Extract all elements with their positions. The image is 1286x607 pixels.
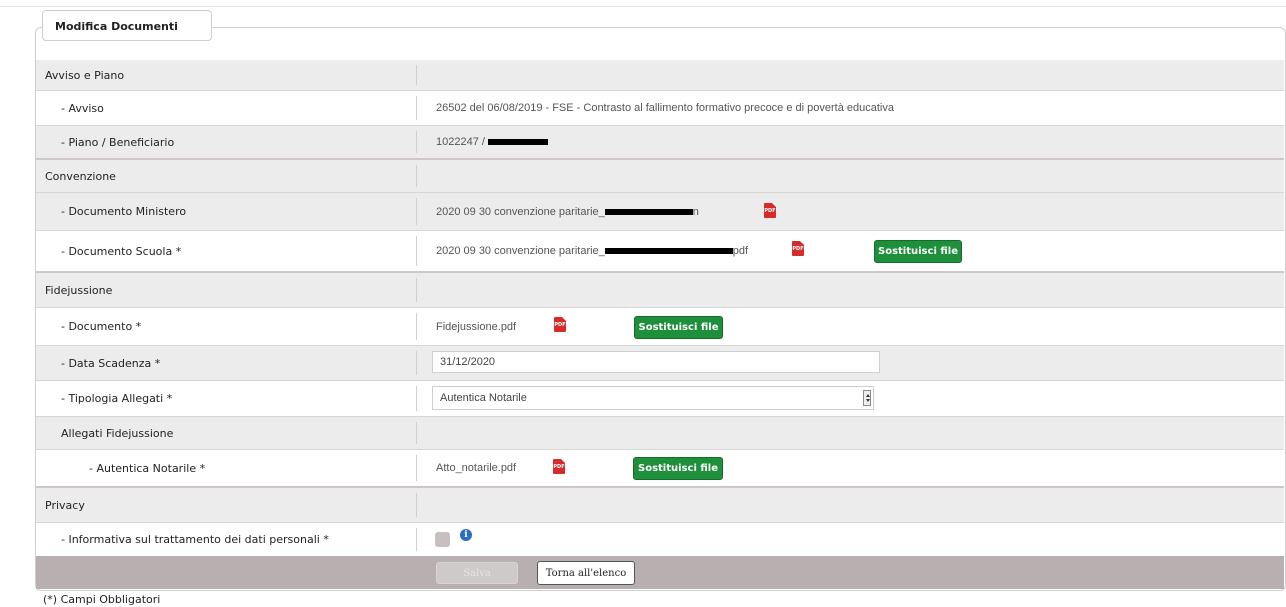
required-fields-note: (*) Campi Obbligatori <box>43 593 161 606</box>
column-divider <box>416 165 417 187</box>
pdf-icon[interactable]: PDF <box>764 203 776 218</box>
avviso-label: - Avviso <box>61 101 104 115</box>
column-divider <box>416 96 417 120</box>
row-documento-ministero: - Documento Ministero 2020 09 30 convenz… <box>36 192 1284 230</box>
doc-ministero-label: - Documento Ministero <box>61 205 187 218</box>
documento-label: - Documento * <box>61 320 142 333</box>
row-autentica-notarile: - Autentica Notarile * Atto_notarile.pdf… <box>36 449 1284 486</box>
redacted-block <box>604 208 693 215</box>
doc-scuola-label: - Documento Scuola * <box>61 244 182 258</box>
replace-file-button[interactable]: Sostituisci file <box>874 240 962 263</box>
info-icon[interactable]: i <box>460 529 472 541</box>
column-divider <box>416 131 417 153</box>
row-piano-beneficiario: - Piano / Beneficiario 1022247 / <box>36 125 1284 158</box>
row-tipologia-allegati: - Tipologia Allegati * Autentica Notaril… <box>36 380 1284 416</box>
avviso-value: 26502 del 06/08/2019 - FSE - Contrasto a… <box>436 102 894 114</box>
pdf-icon[interactable]: PDF <box>554 317 566 332</box>
row-documento-scuola: - Documento Scuola * 2020 09 30 convenzi… <box>36 230 1284 271</box>
row-avviso: - Avviso 26502 del 06/08/2019 - FSE - Co… <box>36 90 1284 125</box>
piano-value: 1022247 / <box>436 136 485 148</box>
section-header-privacy: Privacy <box>36 486 1284 522</box>
save-button[interactable]: Salva <box>436 562 518 584</box>
allegati-title: Allegati Fidejussione <box>61 426 174 440</box>
privacy-consent-checkbox[interactable] <box>435 532 450 547</box>
replace-file-button[interactable]: Sostituisci file <box>633 457 723 480</box>
column-divider <box>416 65 417 85</box>
doc-scuola-file-wrap: 2020 09 30 convenzione paritarie_ pdf <box>436 231 748 271</box>
piano-label: - Piano / Beneficiario <box>61 135 175 149</box>
section-header-fidejussione: Fidejussione <box>36 271 1284 307</box>
section-title: Convenzione <box>45 169 116 183</box>
redacted-block <box>488 139 548 145</box>
row-data-scadenza: - Data Scadenza * 31/12/2020 <box>36 345 1284 380</box>
autentica-label: - Autentica Notarile * <box>89 461 206 475</box>
doc-scuola-file: 2020 09 30 convenzione paritarie_ <box>436 245 605 257</box>
column-divider <box>416 198 417 225</box>
column-divider <box>416 493 417 517</box>
panel-title: Modifica Documenti <box>42 10 212 41</box>
tipologia-select[interactable]: Autentica Notarile <box>432 386 874 410</box>
pdf-icon[interactable]: PDF <box>553 459 565 474</box>
doc-ministero-file-end: n <box>692 205 699 218</box>
tipologia-selected-value: Autentica Notarile <box>440 392 527 404</box>
data-scadenza-label: - Data Scadenza * <box>61 356 161 370</box>
actions-bar: Salva Torna all'elenco <box>36 556 1284 589</box>
doc-scuola-file-end: pdf <box>732 245 749 257</box>
column-divider <box>416 278 417 302</box>
informativa-label: - Informativa sul trattamento dei dati p… <box>61 533 329 546</box>
back-to-list-button[interactable]: Torna all'elenco <box>537 561 635 585</box>
replace-file-button[interactable]: Sostituisci file <box>634 316 723 339</box>
column-divider <box>416 455 417 481</box>
doc-ministero-file-wrap: 2020 09 30 convenzione paritarie_ n <box>436 193 699 230</box>
redacted-block <box>604 248 733 254</box>
row-documento-fidejussione: - Documento * Fidejussione.pdf PDF Sosti… <box>36 307 1284 345</box>
section-header-convenzione: Convenzione <box>36 158 1284 192</box>
row-informativa: - Informativa sul trattamento dei dati p… <box>36 522 1284 556</box>
column-divider <box>416 422 417 444</box>
top-divider <box>0 6 1286 7</box>
section-title: Privacy <box>45 498 85 512</box>
autentica-file: Atto_notarile.pdf <box>436 462 517 474</box>
column-divider <box>416 386 417 411</box>
tipologia-label: - Tipologia Allegati * <box>61 392 173 405</box>
section-header-avviso-piano: Avviso e Piano <box>36 60 1284 90</box>
column-divider <box>416 351 417 375</box>
select-arrows-icon[interactable] <box>863 390 871 406</box>
column-divider <box>416 236 417 266</box>
data-scadenza-input[interactable]: 31/12/2020 <box>432 351 880 373</box>
pdf-icon[interactable]: PDF <box>792 241 804 256</box>
section-header-allegati-fidejussione: Allegati Fidejussione <box>36 416 1284 449</box>
piano-value-wrap: 1022247 / <box>436 126 548 158</box>
section-title: Avviso e Piano <box>45 68 125 82</box>
column-divider <box>416 528 417 551</box>
documento-file: Fidejussione.pdf <box>436 320 517 333</box>
section-title: Fidejussione <box>45 283 113 297</box>
doc-ministero-file: 2020 09 30 convenzione paritarie_ <box>436 205 605 218</box>
column-divider <box>416 313 417 340</box>
